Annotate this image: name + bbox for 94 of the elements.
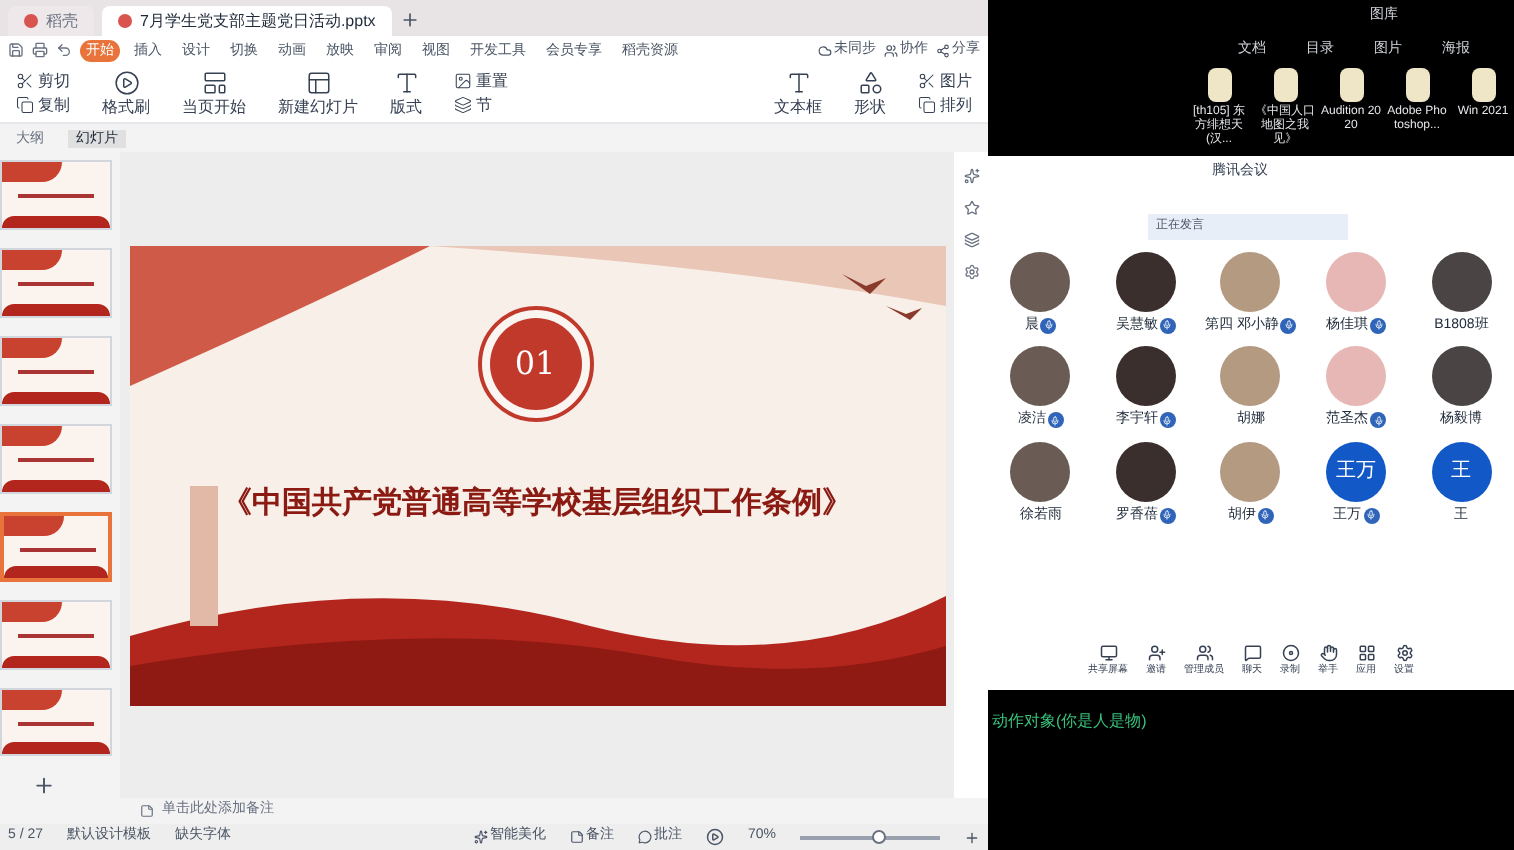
tool-icon	[113, 70, 139, 96]
add-slide-icon[interactable]	[32, 774, 56, 799]
slide-thumbnail[interactable]	[0, 160, 112, 230]
document-tab[interactable]: 稻壳	[8, 6, 94, 36]
tool-icon	[454, 72, 472, 90]
avatar-photo-placeholder	[1220, 251, 1281, 311]
mic-icon	[1159, 412, 1176, 429]
slide-thumbnail[interactable]	[0, 335, 112, 406]
mic-icon	[1047, 412, 1064, 429]
star-icon[interactable]	[963, 200, 979, 216]
mic-icon	[1159, 317, 1176, 334]
layers-icon[interactable]	[963, 232, 979, 248]
terminal-text: 动作对象(你是人是物)	[992, 710, 1149, 734]
tool-icon	[393, 70, 419, 96]
avatar-photo-placeholder	[1115, 441, 1176, 501]
tool-icon	[201, 70, 227, 96]
play-icon[interactable]	[705, 828, 724, 846]
tool-icon	[454, 96, 472, 114]
ribbon-button[interactable]: 文本框	[766, 70, 830, 116]
file-icon	[1207, 68, 1231, 102]
ribbon-button[interactable]: 重置	[446, 72, 516, 90]
toolbar-icon	[1243, 644, 1261, 662]
slide-thumbnail[interactable]	[0, 511, 112, 582]
avatar-photo-placeholder	[1115, 346, 1176, 406]
mic-icon	[1040, 317, 1057, 334]
toolbar-icon	[1195, 644, 1213, 662]
toolbar-icon	[1281, 644, 1299, 662]
toolbar-icon	[1099, 644, 1117, 662]
avatar-photo-placeholder	[1326, 251, 1387, 311]
mic-icon	[1370, 412, 1387, 429]
avatar-photo-placeholder	[1010, 251, 1071, 311]
comment-icon	[637, 830, 652, 844]
note-icon	[140, 804, 154, 818]
new-tab-icon[interactable]	[399, 10, 420, 30]
sparkle-icon	[473, 830, 488, 844]
slide-thumbnail[interactable]	[0, 599, 112, 669]
tool-icon	[16, 72, 34, 90]
ribbon-button[interactable]: 格式刷	[94, 70, 158, 116]
avatar-photo-placeholder	[1115, 251, 1176, 311]
tool-icon	[16, 96, 34, 114]
zoom-in-icon[interactable]	[964, 829, 980, 845]
avatar-photo-placeholder	[1220, 441, 1281, 501]
toolbar-icon	[1319, 644, 1337, 662]
file-icon	[1273, 68, 1297, 102]
ribbon-button[interactable]: 复制	[8, 96, 78, 114]
slide-thumbnail[interactable]	[0, 247, 112, 318]
avatar-initials: 王万	[1326, 441, 1387, 501]
file-icon	[1471, 68, 1495, 102]
document-tab[interactable]: 7月学生党支部主题党日活动.pptx	[102, 6, 392, 36]
mic-icon	[1370, 317, 1387, 334]
doc-icon	[24, 14, 38, 28]
avatar-photo-placeholder	[1431, 251, 1492, 311]
ribbon-button[interactable]: 版式	[382, 70, 430, 116]
tool-icon	[305, 70, 331, 96]
tool-icon	[918, 96, 936, 114]
slide-thumbnail[interactable]	[0, 687, 112, 757]
toolbar-icon	[1357, 644, 1375, 662]
toolbar-icon	[1147, 644, 1165, 662]
zoom-thumb[interactable]	[871, 829, 885, 843]
settings-icon[interactable]	[963, 264, 979, 280]
file-icon	[1339, 68, 1363, 102]
share-icon	[936, 43, 950, 57]
ribbon-button[interactable]: 节	[446, 96, 516, 114]
tool-icon	[857, 70, 883, 96]
undo-icon[interactable]	[56, 42, 72, 58]
toolbar-icon	[1395, 644, 1413, 662]
avatar-photo-placeholder	[1220, 346, 1281, 406]
doc-icon	[118, 14, 132, 28]
ribbon-button[interactable]: 新建幻灯片	[270, 70, 366, 116]
mic-icon	[1257, 507, 1274, 524]
avatar-photo-placeholder	[1326, 346, 1387, 406]
mic-icon	[1159, 507, 1176, 524]
sparkle-icon[interactable]	[963, 168, 979, 184]
ribbon-button[interactable]: 形状	[846, 70, 894, 116]
ribbon-button[interactable]: 当页开始	[174, 70, 254, 116]
print-icon[interactable]	[32, 42, 48, 58]
save-icon[interactable]	[8, 42, 24, 58]
avatar-initials: 王	[1431, 441, 1492, 501]
avatar-photo-placeholder	[1010, 346, 1071, 406]
tool-icon	[785, 70, 811, 96]
slide-thumbnail[interactable]	[0, 423, 112, 494]
ribbon-button[interactable]: 剪切	[8, 72, 78, 90]
mic-icon	[1363, 507, 1380, 524]
people-icon	[884, 43, 898, 57]
tool-icon	[918, 72, 936, 90]
ribbon-button[interactable]: 排列	[910, 96, 980, 114]
cloud-icon	[818, 43, 832, 57]
avatar-photo-placeholder	[1010, 441, 1071, 501]
ribbon-button[interactable]: 图片	[910, 72, 980, 90]
mic-icon	[1280, 317, 1297, 334]
avatar-photo-placeholder	[1431, 346, 1492, 406]
file-icon	[1405, 68, 1429, 102]
slide-title: 《中国共产党普通高等学校基层组织工作条例》	[220, 483, 854, 523]
note-icon	[569, 830, 584, 844]
